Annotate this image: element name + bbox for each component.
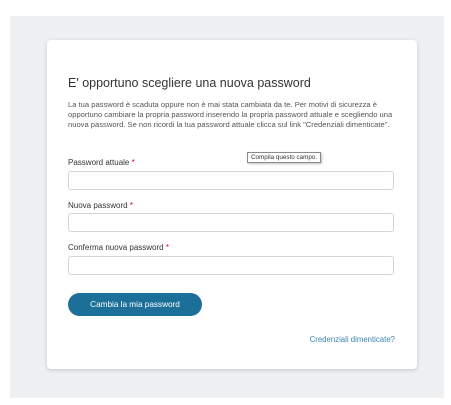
current-password-input[interactable] [68, 171, 394, 190]
forgot-credentials-link[interactable]: Credenziali dimenticate? [310, 335, 395, 344]
required-marker: * [165, 243, 169, 252]
new-password-label-text: Nuova password [68, 201, 128, 210]
description-text: La tua password è scaduta oppure non è m… [68, 100, 393, 130]
current-password-label-text: Password attuale [68, 158, 130, 167]
new-password-input[interactable] [68, 213, 394, 232]
page-title: E' opportuno scegliere una nuova passwor… [68, 76, 311, 90]
change-password-card: E' opportuno scegliere una nuova passwor… [47, 40, 417, 369]
change-password-button[interactable]: Cambia la mia password [68, 293, 202, 316]
validation-tooltip: Compila questo campo. [247, 152, 322, 163]
confirm-password-input[interactable] [68, 256, 394, 275]
required-marker: * [131, 158, 135, 167]
confirm-password-label: Conferma nuova password * [68, 243, 169, 252]
required-marker: * [129, 201, 133, 210]
current-password-label: Password attuale * [68, 158, 135, 167]
new-password-label: Nuova password * [68, 201, 133, 210]
confirm-password-label-text: Conferma nuova password [68, 243, 164, 252]
